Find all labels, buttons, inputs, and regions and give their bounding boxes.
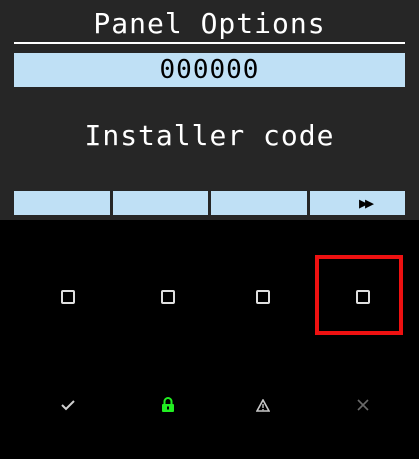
softkey-3[interactable] — [211, 191, 307, 215]
warning-icon — [256, 398, 270, 412]
function-key-1[interactable] — [38, 267, 98, 327]
prompt-label: Installer code — [84, 119, 335, 152]
softkey-1[interactable] — [14, 191, 110, 215]
softkey-4[interactable]: ▶▶ — [309, 191, 405, 215]
function-key-3[interactable] — [233, 267, 293, 327]
title-divider — [14, 42, 405, 44]
highlight-box — [315, 255, 403, 335]
arm-key[interactable] — [138, 375, 198, 435]
keypad — [0, 220, 419, 459]
fast-forward-icon: ▶▶ — [358, 194, 374, 212]
screen-title: Panel Options — [93, 7, 326, 40]
confirm-key[interactable] — [38, 375, 98, 435]
square-icon — [256, 290, 270, 304]
cancel-key[interactable] — [333, 375, 393, 435]
lock-icon — [162, 397, 174, 412]
alarm-key[interactable] — [233, 375, 293, 435]
softkey-2[interactable] — [112, 191, 208, 215]
square-icon — [61, 290, 75, 304]
square-icon — [161, 290, 175, 304]
softkey-bar: ▶▶ — [14, 191, 405, 215]
function-key-2[interactable] — [138, 267, 198, 327]
code-input-field[interactable]: 000000 — [14, 53, 405, 87]
close-icon — [357, 399, 369, 411]
check-icon — [61, 400, 75, 411]
lcd-screen: Panel Options 000000 Installer code ▶▶ — [0, 0, 419, 220]
